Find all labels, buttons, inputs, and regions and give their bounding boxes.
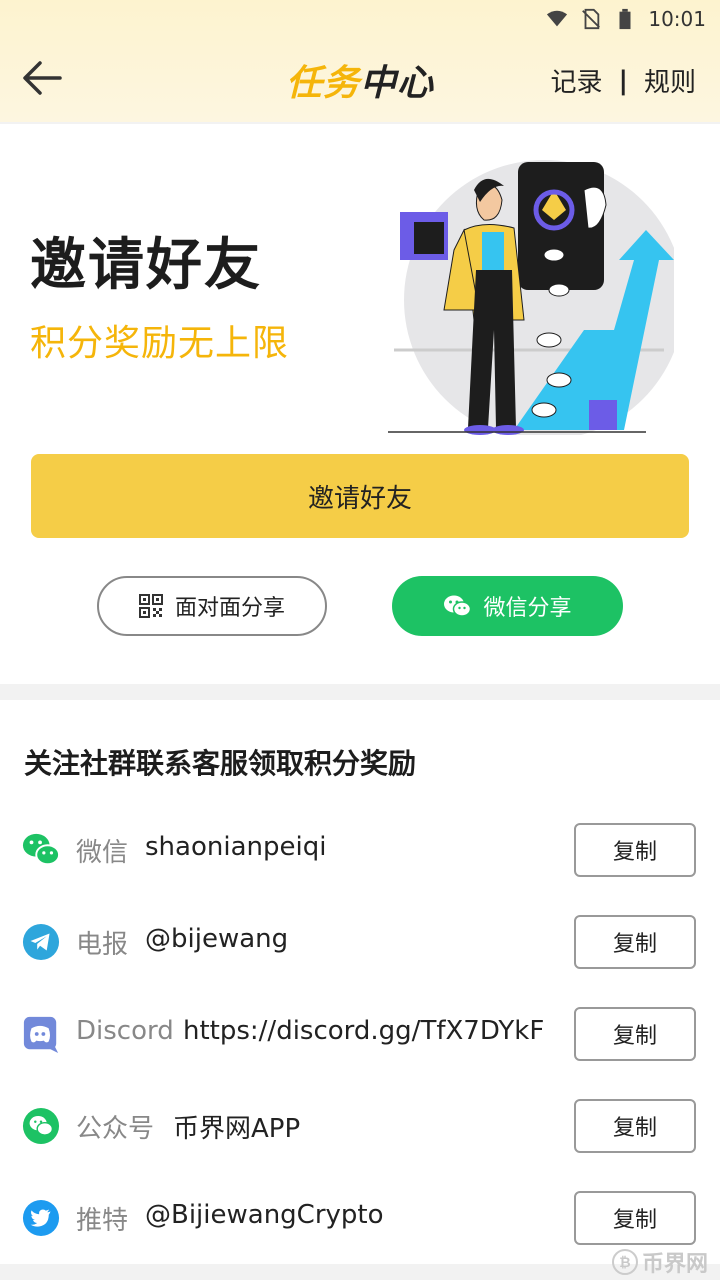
- wechat-official-icon: [22, 1107, 60, 1145]
- status-time: 10:01: [648, 7, 706, 31]
- page-title-part1: 任务: [285, 63, 360, 104]
- wifi-icon: [547, 10, 568, 27]
- no-sim-icon: [582, 8, 601, 30]
- community-row-value: 币界网APP: [173, 1114, 301, 1144]
- wechat-icon: [22, 833, 60, 866]
- header-links: 记录 | 规则: [550, 62, 696, 99]
- community-row-telegram: 电报 @bijewang 复制: [0, 902, 720, 982]
- copy-discord-button[interactable]: 复制: [574, 1007, 696, 1061]
- copy-twitter-button[interactable]: 复制: [574, 1191, 696, 1245]
- invite-title: 邀请好友: [30, 233, 262, 298]
- wechat-icon: [444, 595, 472, 617]
- copy-wechat-button[interactable]: 复制: [574, 823, 696, 877]
- copy-official-account-button[interactable]: 复制: [574, 1099, 696, 1153]
- community-row-label: 公众号: [76, 1114, 155, 1144]
- community-title: 关注社群联系客服领取积分奖励: [24, 747, 417, 780]
- copy-telegram-button[interactable]: 复制: [574, 915, 696, 969]
- wechat-share-button[interactable]: 微信分享: [392, 576, 623, 636]
- telegram-icon: [22, 923, 60, 961]
- qr-code-icon: [138, 594, 163, 618]
- invite-friends-button[interactable]: 邀请好友: [31, 454, 689, 538]
- invite-card: 邀请好友 积分奖励无上限 邀请好友 面对面分享 微信分享: [0, 124, 720, 684]
- community-row-label: 微信: [76, 838, 129, 868]
- bitcoin-logo-icon: ₿: [611, 1249, 638, 1275]
- community-row-value: @BijiewangCrypto: [145, 1200, 384, 1230]
- page-title-part2: 中心: [360, 63, 435, 104]
- top-header: 10:01 任务中心 记录 | 规则: [0, 0, 720, 122]
- header-separator: |: [618, 65, 628, 96]
- community-row-official-account: 公众号 币界网APP 复制: [0, 1086, 720, 1166]
- community-card: 关注社群联系客服领取积分奖励 微信 shaonianpeiqi 复制 电报 @b…: [0, 700, 720, 1264]
- community-row-wechat: 微信 shaonianpeiqi 复制: [0, 810, 720, 890]
- community-row-value: @bijewang: [145, 924, 289, 954]
- twitter-icon: [22, 1199, 60, 1237]
- rules-link[interactable]: 规则: [644, 62, 696, 99]
- records-link[interactable]: 记录: [550, 62, 602, 99]
- community-row-value: https://discord.gg/TfX7DYkF: [183, 1016, 545, 1046]
- community-row-discord: Discord https://discord.gg/TfX7DYkF 复制: [0, 994, 720, 1074]
- battery-icon: [619, 8, 631, 30]
- community-row-value: shaonianpeiqi: [145, 832, 327, 862]
- invite-subtitle: 积分奖励无上限: [30, 323, 290, 364]
- invite-illustration: [388, 160, 674, 435]
- community-row-label: 推特: [76, 1206, 129, 1236]
- community-row-label: 电报: [76, 930, 129, 960]
- status-bar: 10:01: [546, 6, 706, 32]
- wechat-share-label: 微信分享: [483, 596, 572, 621]
- discord-icon: [23, 1016, 59, 1053]
- face-to-face-share-label: 面对面分享: [174, 596, 285, 621]
- watermark: ₿ 币界网: [611, 1246, 708, 1278]
- community-row-label: Discord: [76, 1016, 174, 1046]
- watermark-text: 币界网: [641, 1252, 708, 1277]
- face-to-face-share-button[interactable]: 面对面分享: [97, 576, 327, 636]
